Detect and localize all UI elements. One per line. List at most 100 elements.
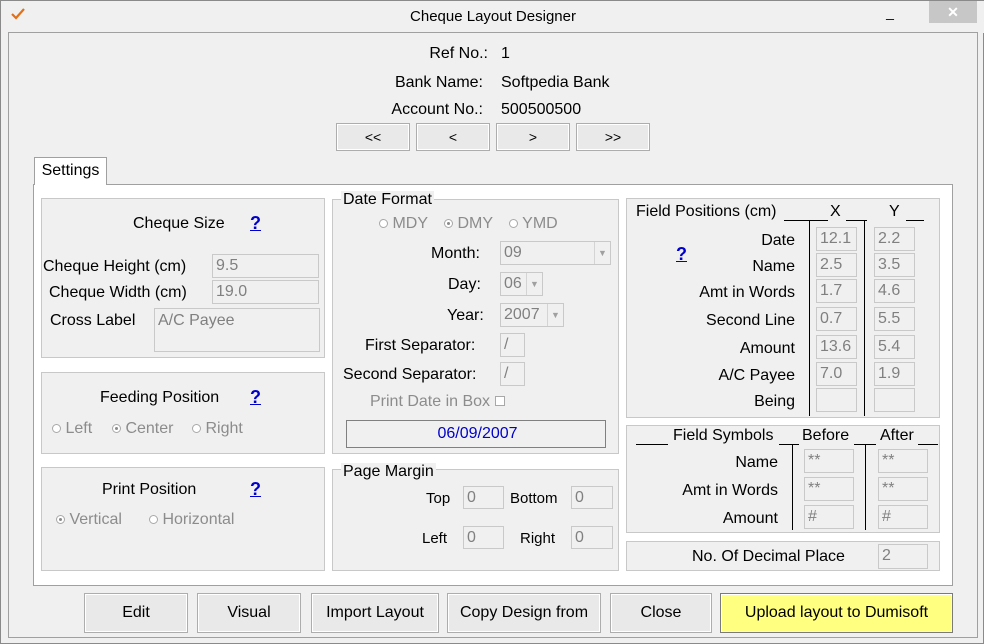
minimize-button[interactable]: _ <box>877 1 903 23</box>
divider <box>865 444 866 530</box>
divider <box>636 444 668 445</box>
field-positions-help-link[interactable]: ? <box>676 244 687 265</box>
visual-button[interactable]: Visual <box>197 593 301 633</box>
name-y-field[interactable]: 3.5 <box>874 253 915 277</box>
second-line-y-field[interactable]: 5.5 <box>874 307 915 331</box>
radio-icon <box>52 424 61 433</box>
date-ymd-radio[interactable]: YMD <box>509 215 558 233</box>
date-dmy-label: DMY <box>457 215 494 232</box>
edit-button[interactable]: Edit <box>84 593 188 633</box>
previous-record-button[interactable]: < <box>416 123 490 151</box>
divider <box>918 444 938 445</box>
day-select[interactable]: 06 ▼ <box>500 272 543 296</box>
print-position-help-link[interactable]: ? <box>250 479 261 500</box>
radio-icon <box>192 424 201 433</box>
close-window-button[interactable]: ✕ <box>929 1 977 23</box>
feeding-left-radio[interactable]: Left <box>52 420 92 438</box>
name-after-field[interactable]: ** <box>878 449 928 473</box>
divider <box>792 444 793 530</box>
chevron-down-icon: ▼ <box>594 242 610 264</box>
margin-top-field[interactable]: 0 <box>463 486 504 509</box>
feeding-center-radio[interactable]: Center <box>112 420 173 438</box>
tab-settings[interactable]: Settings <box>34 157 107 185</box>
print-vertical-radio[interactable]: Vertical <box>56 511 122 529</box>
being-x-field[interactable] <box>816 388 857 412</box>
radio-selected-icon <box>56 515 65 524</box>
radio-icon <box>149 515 158 524</box>
amount-y-field[interactable]: 5.4 <box>874 335 915 359</box>
amt-words-after-field[interactable]: ** <box>878 477 928 501</box>
account-label: Account No.: <box>391 101 483 118</box>
symbol-row-label: Name <box>735 454 778 471</box>
feeding-position-help-link[interactable]: ? <box>250 387 261 408</box>
radio-icon <box>379 219 388 228</box>
second-line-x-field[interactable]: 0.7 <box>816 307 857 331</box>
cheque-height-field[interactable]: 9.5 <box>212 254 319 278</box>
date-mdy-radio[interactable]: MDY <box>379 215 428 233</box>
date-y-field[interactable]: 2.2 <box>874 227 915 251</box>
being-y-field[interactable] <box>874 388 915 412</box>
name-x-field[interactable]: 2.5 <box>816 253 857 277</box>
amount-before-field[interactable]: # <box>804 505 854 529</box>
amount-after-field[interactable]: # <box>878 505 928 529</box>
date-format-title: Date Format <box>341 191 434 209</box>
ac-payee-y-field[interactable]: 1.9 <box>874 362 915 386</box>
name-before-field[interactable]: ** <box>804 449 854 473</box>
year-select[interactable]: 2007 ▼ <box>500 303 564 327</box>
first-separator-field[interactable]: / <box>500 333 525 357</box>
next-record-button[interactable]: > <box>496 123 570 151</box>
date-x-field[interactable]: 12.1 <box>816 227 857 251</box>
margin-right-label: Right <box>520 530 556 547</box>
date-ymd-label: YMD <box>522 215 558 232</box>
field-row-label: Second Line <box>706 312 795 329</box>
import-layout-button[interactable]: Import Layout <box>311 593 439 633</box>
page-margin-group <box>332 469 619 571</box>
margin-left-field[interactable]: 0 <box>463 526 504 549</box>
year-label: Year: <box>447 307 484 324</box>
feeding-right-radio[interactable]: Right <box>192 420 243 438</box>
date-mdy-label: MDY <box>392 215 429 232</box>
first-record-button[interactable]: << <box>336 123 410 151</box>
decimal-place-field[interactable]: 2 <box>878 544 928 569</box>
cheque-size-title: Cheque Size <box>133 215 225 232</box>
cheque-size-help-link[interactable]: ? <box>250 213 261 234</box>
x-column-header: X <box>830 203 841 220</box>
amount-x-field[interactable]: 13.6 <box>816 335 857 359</box>
print-date-in-box-label: Print Date in Box <box>370 393 491 410</box>
ac-payee-x-field[interactable]: 7.0 <box>816 362 857 386</box>
cheque-width-field[interactable]: 19.0 <box>212 280 319 304</box>
day-value: 06 <box>504 275 522 292</box>
print-date-in-box-checkbox[interactable]: Print Date in Box <box>370 393 505 411</box>
month-label: Month: <box>431 245 480 262</box>
decimal-place-label: No. Of Decimal Place <box>692 548 845 565</box>
cross-label-field[interactable]: A/C Payee <box>154 308 320 352</box>
last-record-button[interactable]: >> <box>576 123 650 151</box>
margin-bottom-field[interactable]: 0 <box>571 486 613 509</box>
symbol-row-label: Amount <box>722 510 778 527</box>
feeding-left-label: Left <box>65 420 93 437</box>
close-button[interactable]: Close <box>610 593 712 633</box>
amt-words-y-field[interactable]: 4.6 <box>874 279 915 303</box>
date-dmy-radio[interactable]: DMY <box>444 215 493 233</box>
amt-words-x-field[interactable]: 1.7 <box>816 279 857 303</box>
amt-words-before-field[interactable]: ** <box>804 477 854 501</box>
account-value: 500500500 <box>501 101 582 118</box>
field-row-label: A/C Payee <box>718 367 795 384</box>
chevron-down-icon: ▼ <box>526 273 542 295</box>
print-position-title: Print Position <box>102 481 197 498</box>
feeding-center-label: Center <box>125 420 174 437</box>
radio-icon <box>509 219 518 228</box>
window-title: Cheque Layout Designer <box>410 8 576 25</box>
month-select[interactable]: 09 ▼ <box>500 241 611 265</box>
second-separator-field[interactable]: / <box>500 362 525 386</box>
print-horizontal-label: Horizontal <box>162 511 235 528</box>
divider <box>864 220 865 416</box>
ref-value: 1 <box>501 45 510 62</box>
first-separator-label: First Separator: <box>365 337 476 354</box>
copy-design-from-button[interactable]: Copy Design from <box>447 593 601 633</box>
margin-right-field[interactable]: 0 <box>571 526 613 549</box>
print-horizontal-radio[interactable]: Horizontal <box>149 511 234 529</box>
upload-layout-button[interactable]: Upload layout to Dumisoft <box>720 593 953 633</box>
cheque-height-label: Cheque Height (cm) <box>43 258 187 275</box>
chevron-down-icon: ▼ <box>547 304 563 326</box>
